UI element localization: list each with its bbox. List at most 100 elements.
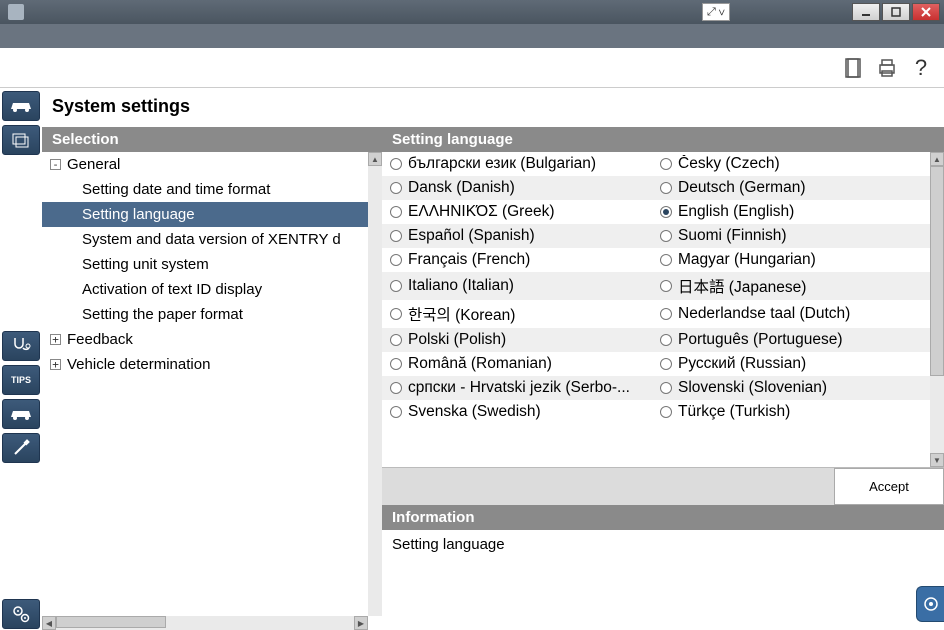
language-row: 한국의 (Korean)Nederlandse taal (Dutch) [382, 300, 930, 328]
radio-icon[interactable] [660, 334, 672, 346]
remote-access-tab[interactable] [916, 586, 944, 622]
language-row: Română (Romanian) Русский (Russian) [382, 352, 930, 376]
radio-icon[interactable] [660, 182, 672, 194]
language-option[interactable]: Português (Portuguese) [660, 331, 930, 349]
radio-icon[interactable] [390, 280, 402, 292]
expand-selector[interactable]: ⤢ ∨ [702, 3, 730, 21]
radio-icon[interactable] [390, 358, 402, 370]
tree-horizontal-scrollbar[interactable]: ◀ ▶ [42, 616, 368, 630]
accept-button[interactable]: Accept [834, 468, 944, 505]
tree-item[interactable]: Setting unit system [42, 252, 368, 277]
rail-docs[interactable] [2, 125, 40, 155]
radio-icon[interactable] [390, 230, 402, 242]
tree-item-label: Setting date and time format [82, 181, 270, 198]
tree-item[interactable]: + Vehicle determination [42, 352, 368, 377]
tree-item[interactable]: Activation of text ID display [42, 277, 368, 302]
language-option[interactable]: српски - Hrvatski jezik (Serbo-... [390, 379, 660, 397]
language-row: Italiano (Italian)日本語 (Japanese) [382, 272, 930, 300]
minimize-button[interactable] [852, 3, 880, 21]
language-option[interactable]: Nederlandse taal (Dutch) [660, 303, 930, 325]
tree-item-label: Vehicle determination [67, 356, 210, 373]
close-button[interactable] [912, 3, 940, 21]
tree-item-label: System and data version of XENTRY d [82, 231, 341, 248]
language-option[interactable]: ΕΛΛΗΝΙΚΌΣ (Greek) [390, 203, 660, 221]
tree-item[interactable]: Setting language [42, 202, 368, 227]
language-row: Español (Spanish) Suomi (Finnish) [382, 224, 930, 248]
language-label: Français (French) [408, 251, 530, 269]
language-option[interactable]: Español (Spanish) [390, 227, 660, 245]
language-option[interactable]: Türkçe (Turkish) [660, 403, 930, 421]
rail-tips[interactable]: TIPS [2, 365, 40, 395]
expand-icon: ⤢ ∨ [707, 6, 725, 19]
rail-vehicle2[interactable] [2, 399, 40, 429]
print-button[interactable] [876, 57, 898, 79]
language-option[interactable]: Français (French) [390, 251, 660, 269]
information-header: Information [382, 505, 944, 530]
radio-icon[interactable] [660, 382, 672, 394]
language-option[interactable]: Slovenski (Slovenian) [660, 379, 930, 397]
language-option[interactable]: Deutsch (German) [660, 179, 930, 197]
rail-settings[interactable] [2, 599, 40, 629]
selection-header: Selection [42, 127, 382, 152]
radio-icon[interactable] [390, 158, 402, 170]
maximize-button[interactable] [882, 3, 910, 21]
screwdriver-icon [12, 439, 30, 457]
language-option[interactable]: български език (Bulgarian) [390, 155, 660, 173]
language-option[interactable]: Română (Romanian) [390, 355, 660, 373]
tree-item[interactable]: +Feedback [42, 327, 368, 352]
language-option[interactable]: Svenska (Swedish) [390, 403, 660, 421]
radio-icon[interactable] [660, 254, 672, 266]
radio-icon[interactable] [660, 358, 672, 370]
radio-icon[interactable] [660, 206, 672, 218]
tree-item[interactable]: Setting the paper format [42, 302, 368, 327]
radio-icon[interactable] [660, 406, 672, 418]
radio-icon[interactable] [660, 280, 672, 292]
language-label: Español (Spanish) [408, 227, 535, 245]
language-option[interactable]: Dansk (Danish) [390, 179, 660, 197]
stethoscope-icon [11, 336, 31, 356]
tree-item[interactable]: System and data version of XENTRY d [42, 227, 368, 252]
language-option[interactable]: English (English) [660, 203, 930, 221]
tree-expander-icon[interactable]: + [50, 359, 61, 370]
language-option[interactable]: 한국의 (Korean) [390, 303, 660, 325]
tree-item-label: General [67, 156, 120, 173]
secondary-bar [0, 24, 944, 48]
language-label: Română (Romanian) [408, 355, 552, 373]
document-button[interactable] [842, 57, 864, 79]
radio-icon[interactable] [390, 382, 402, 394]
tree-expander-icon[interactable]: - [50, 159, 61, 170]
maximize-icon [891, 7, 901, 17]
language-option[interactable]: 日本語 (Japanese) [660, 275, 930, 297]
language-option[interactable]: Česky (Czech) [660, 155, 930, 173]
radio-icon[interactable] [390, 334, 402, 346]
language-label: Русский (Russian) [678, 355, 806, 373]
language-option[interactable]: Italiano (Italian) [390, 275, 660, 297]
tree-vertical-scrollbar[interactable]: ▲ [368, 152, 382, 616]
language-panel: Setting language български език (Bulgari… [382, 127, 944, 630]
language-option[interactable]: Magyar (Hungarian) [660, 251, 930, 269]
language-option[interactable]: Polski (Polish) [390, 331, 660, 349]
radio-icon[interactable] [390, 206, 402, 218]
radio-icon[interactable] [660, 308, 672, 320]
language-option[interactable]: Русский (Russian) [660, 355, 930, 373]
close-icon [921, 7, 931, 17]
language-label: Česky (Czech) [678, 155, 780, 173]
radio-icon[interactable] [390, 254, 402, 266]
document-icon [844, 58, 862, 78]
radio-icon[interactable] [390, 182, 402, 194]
language-vertical-scrollbar[interactable]: ▲ ▼ [930, 152, 944, 467]
radio-icon[interactable] [660, 158, 672, 170]
language-label: Slovenski (Slovenian) [678, 379, 827, 397]
language-option[interactable]: Suomi (Finnish) [660, 227, 930, 245]
print-icon [877, 59, 897, 77]
rail-tools[interactable] [2, 433, 40, 463]
tree-expander-icon[interactable]: + [50, 334, 61, 345]
tree-item[interactable]: -General [42, 152, 368, 177]
radio-icon[interactable] [390, 308, 402, 320]
rail-diagnostics[interactable] [2, 331, 40, 361]
rail-vehicle[interactable] [2, 91, 40, 121]
help-button[interactable]: ? [910, 57, 932, 79]
radio-icon[interactable] [390, 406, 402, 418]
tree-item[interactable]: Setting date and time format [42, 177, 368, 202]
radio-icon[interactable] [660, 230, 672, 242]
